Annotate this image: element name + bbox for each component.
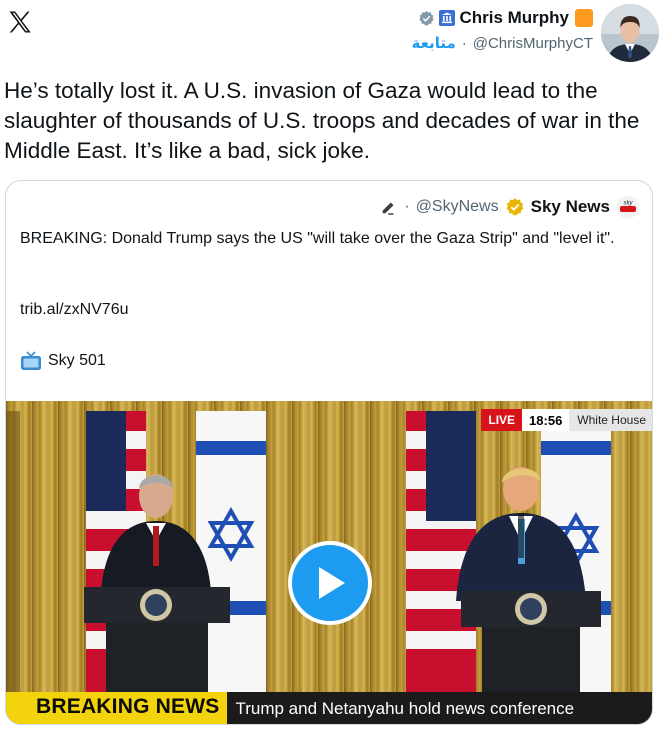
pencil-icon xyxy=(383,202,394,215)
quoted-tv-line: Sky 501 xyxy=(20,351,106,371)
gold-verified-icon xyxy=(506,198,524,216)
quoted-name[interactable]: Sky News xyxy=(531,197,610,217)
author-info: Chris Murphy متابعة · @ChrisMurphyCT xyxy=(412,4,594,52)
play-icon xyxy=(319,567,345,599)
video-player[interactable]: LIVE 18:56 White House BREAKING NEWS Tru… xyxy=(6,401,652,724)
quoted-tweet-card[interactable]: · @SkyNews Sky News sky BREAKING: Donald… xyxy=(5,180,653,725)
ticker-text: Trump and Netanyahu hold news conference xyxy=(227,692,652,724)
tv-icon xyxy=(21,351,41,370)
author-handle[interactable]: @ChrisMurphyCT xyxy=(473,35,593,52)
live-status-bar: LIVE 18:56 White House xyxy=(481,409,652,431)
quoted-handle[interactable]: @SkyNews xyxy=(416,198,499,216)
broadcast-time: 18:56 xyxy=(522,409,570,431)
sky-logo-text: sky xyxy=(624,201,634,207)
separator-dot: · xyxy=(461,34,467,52)
tweet-author-header: Chris Murphy متابعة · @ChrisMurphyCT xyxy=(412,4,659,62)
government-icon xyxy=(439,10,456,26)
separator-dot: · xyxy=(404,198,410,215)
author-handle-row: متابعة · @ChrisMurphyCT xyxy=(412,34,594,52)
orange-square-icon xyxy=(575,9,593,27)
quoted-tweet-header: · @SkyNews Sky News sky xyxy=(380,195,640,219)
avatar-image xyxy=(601,4,659,62)
x-logo-icon[interactable] xyxy=(6,8,34,36)
gray-verified-icon xyxy=(419,10,435,26)
news-ticker: BREAKING NEWS Trump and Netanyahu hold n… xyxy=(6,692,652,724)
quoted-text: BREAKING: Donald Trump says the US "will… xyxy=(20,230,615,247)
author-name[interactable]: Chris Murphy xyxy=(459,8,569,28)
tv-label: Sky 501 xyxy=(48,352,106,369)
live-badge: LIVE xyxy=(481,409,523,431)
author-name-row: Chris Murphy xyxy=(412,8,593,28)
broadcast-location: White House xyxy=(569,409,652,431)
play-button[interactable] xyxy=(288,541,372,625)
follow-button[interactable]: متابعة xyxy=(412,34,456,52)
tweet-text: He’s totally lost it. A U.S. invasion of… xyxy=(4,78,640,163)
author-avatar[interactable] xyxy=(601,4,659,62)
quoted-link[interactable]: trib.al/zxNV76u xyxy=(20,301,129,319)
breaking-news-label: BREAKING NEWS xyxy=(6,692,228,724)
sky-news-logo: sky xyxy=(616,195,640,219)
